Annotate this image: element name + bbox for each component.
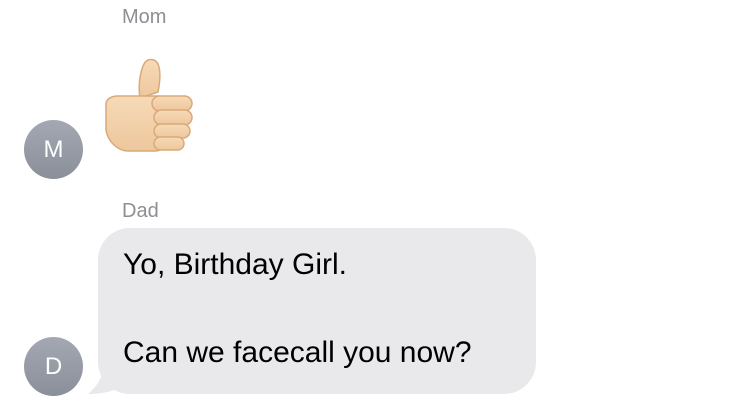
emoji-message-mom[interactable] [100,56,196,156]
avatar-initial: M [43,135,64,163]
sender-name-mom: Mom [122,6,167,28]
message-thread: Mom M Dad Yo, Birthday Girl. Can we face… [0,0,750,409]
avatar-dad[interactable]: D [24,337,83,396]
sender-name-dad: Dad [122,200,159,222]
message-bubble-dad[interactable]: Yo, Birthday Girl. Can we facecall you n… [98,228,536,394]
avatar-initial: D [44,352,63,380]
thumbs-up-icon [105,58,193,152]
avatar-mom[interactable]: M [24,120,83,179]
message-line: Can we facecall you now? [123,336,472,369]
message-line: Yo, Birthday Girl. [123,248,347,281]
